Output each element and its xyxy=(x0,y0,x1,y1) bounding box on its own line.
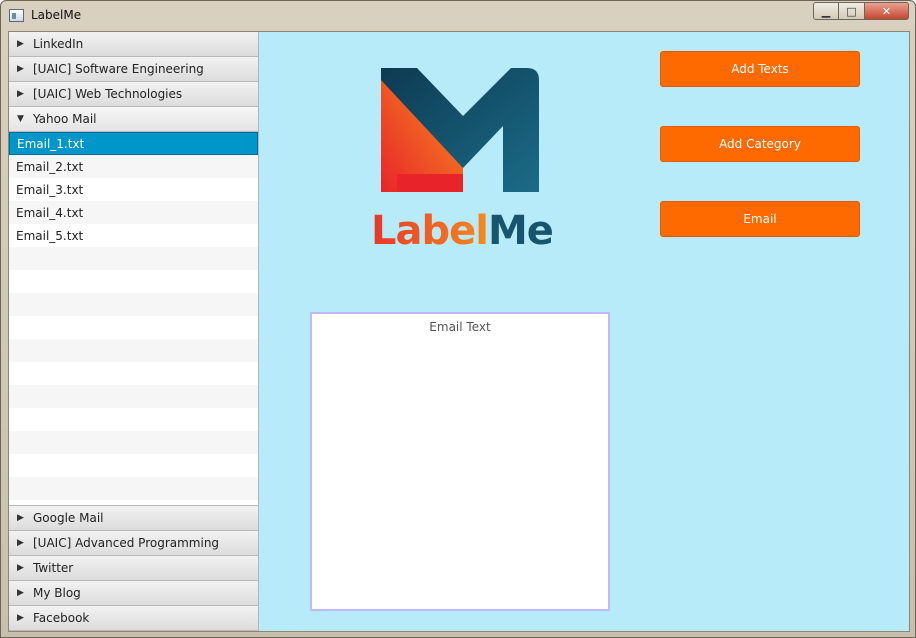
pane-label: [UAIC] Advanced Programming xyxy=(33,536,220,550)
pane-twitter[interactable]: ▶ Twitter xyxy=(9,556,258,581)
category-accordion: ▶ LinkedIn ▶ [UAIC] Software Engineering… xyxy=(9,32,259,631)
add-texts-button[interactable]: Add Texts xyxy=(660,51,860,87)
pane-uaic-software-engineering[interactable]: ▶ [UAIC] Software Engineering xyxy=(9,57,258,82)
email-button[interactable]: Email xyxy=(660,201,860,237)
pane-label: Yahoo Mail xyxy=(33,112,97,126)
empty-row xyxy=(9,385,258,408)
pane-google-mail[interactable]: ▶ Google Mail xyxy=(9,506,258,531)
add-category-button[interactable]: Add Category xyxy=(660,126,860,162)
logo-text-me: Me xyxy=(488,208,554,254)
chevron-right-icon: ▶ xyxy=(17,588,24,598)
list-item[interactable]: Email_4.txt xyxy=(9,201,258,224)
list-item[interactable]: Email_3.txt xyxy=(9,178,258,201)
email-text-area[interactable]: Email Text xyxy=(310,312,610,611)
chevron-right-icon: ▶ xyxy=(17,39,24,49)
empty-row xyxy=(9,431,258,454)
chevron-right-icon: ▶ xyxy=(17,513,24,523)
empty-row xyxy=(9,270,258,293)
pane-yahoo-mail[interactable]: ▼ Yahoo Mail xyxy=(9,107,258,132)
email-file-list[interactable]: Email_1.txt Email_2.txt Email_3.txt Emai… xyxy=(9,132,258,506)
list-item[interactable]: Email_2.txt xyxy=(9,155,258,178)
file-label: Email_1.txt xyxy=(17,136,85,151)
client-area: ▶ LinkedIn ▶ [UAIC] Software Engineering… xyxy=(8,31,910,632)
title-bar[interactable]: LabelMe ▁ □ ✕ xyxy=(1,1,915,31)
minimize-button[interactable]: ▁ xyxy=(813,2,839,20)
pane-label: Twitter xyxy=(33,561,74,575)
list-item[interactable]: Email_5.txt xyxy=(9,224,258,247)
close-button[interactable]: ✕ xyxy=(865,2,909,20)
file-label: Email_3.txt xyxy=(16,182,84,197)
chevron-right-icon: ▶ xyxy=(17,563,24,573)
empty-row xyxy=(9,316,258,339)
logo-wordmark: LabelMe xyxy=(361,208,563,254)
chevron-right-icon: ▶ xyxy=(17,64,24,74)
window-controls: ▁ □ ✕ xyxy=(813,2,909,20)
pane-linkedin[interactable]: ▶ LinkedIn xyxy=(9,32,258,57)
pane-label: [UAIC] Software Engineering xyxy=(33,62,204,76)
empty-row xyxy=(9,454,258,477)
chevron-down-icon: ▼ xyxy=(17,114,24,124)
chevron-right-icon: ▶ xyxy=(17,613,24,623)
empty-row xyxy=(9,477,258,500)
empty-row xyxy=(9,339,258,362)
app-window: LabelMe ▁ □ ✕ ▶ LinkedIn ▶ [UAIC] Softwa… xyxy=(0,0,916,638)
pane-label: My Blog xyxy=(33,586,81,600)
file-label: Email_2.txt xyxy=(16,159,84,174)
pane-my-blog[interactable]: ▶ My Blog xyxy=(9,581,258,606)
pane-label: LinkedIn xyxy=(33,37,84,51)
file-label: Email_4.txt xyxy=(16,205,84,220)
logo-text-label: Label xyxy=(371,208,489,254)
email-text-title: Email Text xyxy=(429,320,491,334)
chevron-right-icon: ▶ xyxy=(17,538,24,548)
empty-row xyxy=(9,247,258,270)
maximize-button[interactable]: □ xyxy=(839,2,865,20)
pane-label: [UAIC] Web Technologies xyxy=(33,87,183,101)
pane-label: Google Mail xyxy=(33,511,104,525)
empty-row xyxy=(9,293,258,316)
pane-label: Facebook xyxy=(33,611,90,625)
window-title: LabelMe xyxy=(31,8,82,22)
pane-uaic-web-technologies[interactable]: ▶ [UAIC] Web Technologies xyxy=(9,82,258,107)
pane-facebook[interactable]: ▶ Facebook xyxy=(9,606,258,631)
pane-uaic-advanced-programming[interactable]: ▶ [UAIC] Advanced Programming xyxy=(9,531,258,556)
main-panel: LabelMe Add Texts Add Category Email Ema… xyxy=(260,32,909,631)
empty-row xyxy=(9,408,258,431)
empty-row xyxy=(9,362,258,385)
list-item[interactable]: Email_1.txt xyxy=(9,132,258,155)
app-window-icon xyxy=(9,9,24,22)
file-label: Email_5.txt xyxy=(16,228,84,243)
chevron-right-icon: ▶ xyxy=(17,89,24,99)
